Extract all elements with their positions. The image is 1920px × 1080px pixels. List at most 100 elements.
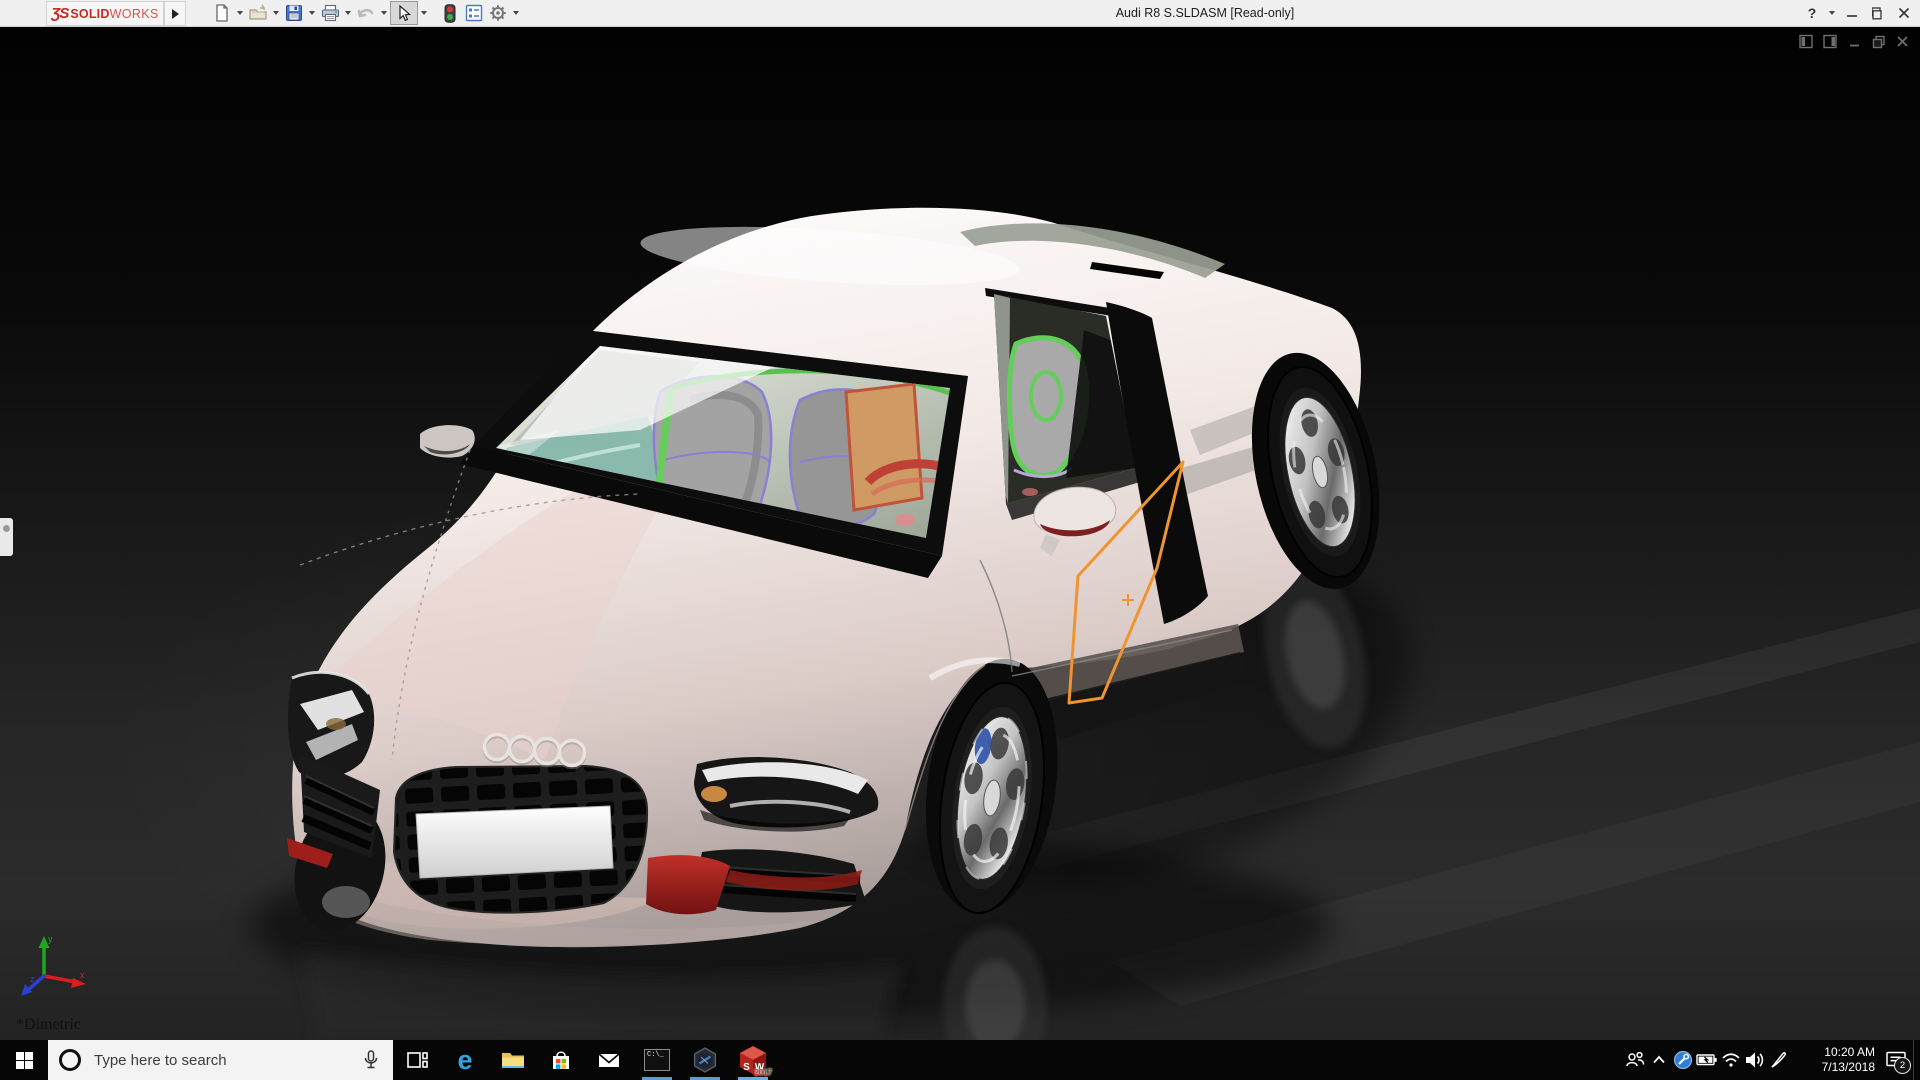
open-button[interactable]: [246, 2, 270, 24]
print-icon: [321, 4, 340, 22]
view-orientation-label: *Dimetric: [16, 1016, 81, 1034]
quick-access-toolbar: [210, 0, 522, 26]
doc-restore-icon: [1872, 35, 1886, 49]
orientation-triad: x y z: [18, 930, 90, 1002]
task-pane-icon: [1823, 34, 1838, 49]
print-button[interactable]: [318, 2, 342, 24]
menu-flyout-button[interactable]: [164, 1, 186, 26]
open-icon: [249, 4, 268, 22]
select-cursor-icon: [396, 5, 412, 22]
panel-tab-handle-icon: [3, 525, 10, 532]
solidworks-logo-icon: ƷS: [51, 5, 68, 22]
volume-button[interactable]: [1743, 1040, 1767, 1080]
battery-button[interactable]: [1695, 1040, 1719, 1080]
store-button[interactable]: [537, 1040, 585, 1080]
search-input[interactable]: [92, 1051, 359, 1070]
model-scene: [0, 26, 1920, 1040]
microphone-icon[interactable]: [359, 1048, 383, 1072]
help-icon: ?: [1808, 5, 1817, 21]
composer-3d-button[interactable]: [681, 1040, 729, 1080]
file-explorer-button[interactable]: [489, 1040, 537, 1080]
far-door-mirror: [420, 425, 475, 458]
restore-icon: [1872, 7, 1885, 20]
graphics-area[interactable]: x y z *Dimetric: [0, 26, 1920, 1040]
save-dropdown[interactable]: [306, 2, 318, 24]
task-pane-button[interactable]: [1823, 34, 1838, 49]
restore-button[interactable]: [1866, 1, 1890, 25]
action-center-button[interactable]: 2: [1879, 1040, 1913, 1080]
display-pane-button[interactable]: [1799, 34, 1814, 49]
close-button[interactable]: [1892, 1, 1916, 25]
doc-close-button[interactable]: [1895, 34, 1910, 49]
rebuild-button[interactable]: [438, 2, 462, 24]
close-icon: [1898, 7, 1910, 19]
solidworks-titlebar: ƷS SOLIDWORKS: [0, 0, 1920, 27]
triad-x-label: x: [80, 970, 85, 980]
windows-taskbar: e C:\_ SW 2017: [0, 1040, 1920, 1080]
windows-ink-button[interactable]: [1767, 1040, 1789, 1080]
taskbar-apps: e C:\_ SW 2017: [393, 1040, 777, 1080]
notification-badge: 2: [1894, 1057, 1911, 1074]
battery-charging-icon: [1695, 1049, 1719, 1071]
save-button[interactable]: [282, 2, 306, 24]
select-tool-button[interactable]: [390, 1, 418, 25]
people-button[interactable]: [1623, 1040, 1647, 1080]
composer-3d-icon: [691, 1046, 719, 1074]
front-grille: [394, 766, 647, 913]
undo-dropdown[interactable]: [378, 2, 390, 24]
options-dropdown[interactable]: [510, 2, 522, 24]
start-button[interactable]: [0, 1040, 48, 1080]
cmd-label: C:\_: [647, 1051, 664, 1059]
document-window-controls: [1799, 34, 1910, 49]
store-icon: [549, 1048, 573, 1072]
chevron-up-icon: [1650, 1051, 1668, 1069]
file-properties-icon: [465, 4, 483, 22]
new-document-dropdown[interactable]: [234, 2, 246, 24]
taskbar-clock[interactable]: 10:20 AM 7/13/2018: [1797, 1045, 1875, 1075]
edge-icon: e: [457, 1047, 472, 1073]
command-prompt-icon: C:\_: [644, 1049, 670, 1071]
undo-button[interactable]: [354, 2, 378, 24]
select-tool-dropdown[interactable]: [418, 2, 430, 24]
tray-utility-icon: [1673, 1050, 1693, 1070]
taskbar-search[interactable]: [48, 1040, 393, 1080]
turn-signal: [701, 786, 727, 802]
edge-button[interactable]: e: [441, 1040, 489, 1080]
interior-tan-panel: [846, 384, 922, 510]
speaker-icon: [1743, 1049, 1767, 1071]
doc-restore-button[interactable]: [1871, 34, 1886, 49]
solidworks-menu-button[interactable]: ƷS SOLIDWORKS: [46, 1, 164, 26]
people-icon: [1624, 1049, 1646, 1071]
pen-icon: [1768, 1050, 1788, 1070]
display-pane-icon: [1799, 34, 1814, 49]
mail-button[interactable]: [585, 1040, 633, 1080]
windows-logo-icon: [16, 1052, 33, 1069]
doc-minimize-button[interactable]: [1847, 34, 1862, 49]
save-icon: [285, 4, 303, 22]
help-dropdown[interactable]: [1826, 1, 1838, 25]
open-dropdown[interactable]: [270, 2, 282, 24]
logo-word-solid: SOLID: [70, 7, 109, 21]
license-plate: [416, 806, 613, 878]
solidworks-2017-button[interactable]: SW 2017: [729, 1040, 777, 1080]
logo-word-works: WORKS: [110, 7, 159, 21]
clock-time: 10:20 AM: [1797, 1045, 1875, 1060]
new-document-button[interactable]: [210, 2, 234, 24]
file-properties-button[interactable]: [462, 2, 486, 24]
command-prompt-button[interactable]: C:\_: [633, 1040, 681, 1080]
show-desktop-button[interactable]: [1913, 1040, 1920, 1080]
minimize-button[interactable]: [1840, 1, 1864, 25]
tray-overflow-button[interactable]: [1647, 1040, 1671, 1080]
triad-y-label: y: [48, 934, 53, 944]
wifi-icon: [1720, 1049, 1742, 1071]
print-dropdown[interactable]: [342, 2, 354, 24]
help-button[interactable]: ?: [1800, 1, 1824, 25]
collapsed-panel-tab[interactable]: [0, 518, 13, 556]
file-explorer-icon: [500, 1048, 526, 1072]
rebuild-stoplight-icon: [444, 4, 456, 23]
network-button[interactable]: [1719, 1040, 1743, 1080]
tray-utility-button[interactable]: [1671, 1040, 1695, 1080]
task-view-button[interactable]: [393, 1040, 441, 1080]
flyout-arrow-icon: [172, 9, 179, 19]
options-button[interactable]: [486, 2, 510, 24]
